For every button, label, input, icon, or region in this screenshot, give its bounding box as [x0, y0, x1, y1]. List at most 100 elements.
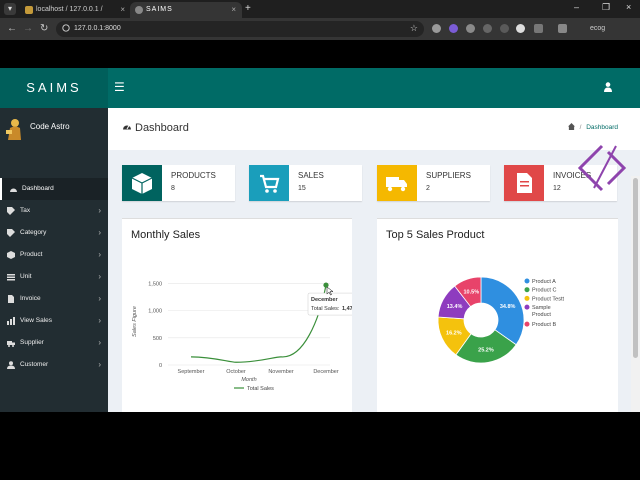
x-tick-label: November [268, 369, 294, 375]
extension-icon[interactable] [516, 24, 525, 33]
info-box-value: 15 [298, 185, 306, 192]
side-panel-icon[interactable] [558, 24, 567, 33]
chevron-right-icon: › [98, 206, 101, 215]
slice-value-label: 10.5% [463, 290, 479, 296]
info-box-value: 12 [553, 185, 561, 192]
breadcrumb: / Dashboard [567, 123, 618, 131]
sidebar-item-label: Tax [20, 207, 31, 214]
sidebar-item-unit[interactable]: Unit › [0, 266, 108, 288]
home-icon[interactable] [567, 123, 575, 130]
sidebar-item-tax[interactable]: Tax › [0, 200, 108, 222]
back-icon[interactable]: ← [7, 23, 17, 35]
info-box-label: SALES [298, 171, 324, 180]
info-box-suppliers[interactable]: SUPPLIERS 2 [377, 165, 490, 201]
legend-label[interactable]: Product A [532, 279, 556, 285]
extension-icon[interactable] [500, 24, 509, 33]
sidebar-item-view-sales[interactable]: View Sales › [0, 310, 108, 332]
legend-swatch [524, 287, 530, 293]
main-content: Dashboard / Dashboard PRODUCTS 8 SALES 15 SU… [108, 108, 640, 412]
close-window-icon[interactable]: × [626, 2, 631, 12]
sidebar-item-label: Unit [20, 273, 32, 280]
browser-tab-saims[interactable]: SAIMS × [130, 2, 242, 18]
browser-tab-strip: ▾ localhost / 127.0.0.1 / invoice/in × S… [0, 0, 640, 29]
info-box-value: 8 [171, 185, 175, 192]
top-navbar: ☰ [108, 68, 640, 108]
monthly-sales-chart[interactable]: 0 500 1,000 1,500 September October November De… [122, 219, 352, 412]
extension-icon[interactable] [466, 24, 475, 33]
top-products-card: Top 5 Sales Product 34.8% 25.2% 16.2% 13.4%… [377, 218, 618, 412]
legend-swatch [524, 295, 530, 301]
sidebar-item-label: Invoice [20, 295, 41, 302]
slice-value-label: 34.8% [500, 304, 516, 310]
sidebar-item-product[interactable]: Product › [0, 244, 108, 266]
chevron-right-icon: › [98, 360, 101, 369]
site-info-icon[interactable] [62, 24, 70, 32]
sidebar-item-category[interactable]: Category › [0, 222, 108, 244]
info-box-sales[interactable]: SALES 15 [249, 165, 362, 201]
unit-icon [7, 274, 15, 281]
page-scrollbar[interactable] [631, 176, 640, 412]
sidebar-item-label: Product [20, 251, 43, 258]
y-tick-label: 1,500 [148, 281, 162, 287]
address-bar[interactable]: 127.0.0.1:8000 ☆ [56, 21, 424, 37]
menu-toggle-icon[interactable]: ☰ [114, 81, 125, 93]
brand-logo[interactable]: SAIMS [0, 68, 108, 108]
sidebar-item-dashboard[interactable]: Dashboard [0, 178, 108, 200]
page-title: Dashboard [122, 122, 189, 134]
legend-label[interactable]: Product Testt [532, 296, 564, 302]
sales-icon [7, 317, 15, 325]
sales-line [190, 284, 327, 363]
extension-icon[interactable] [483, 24, 492, 33]
x-tick-label: September [178, 369, 205, 375]
close-tab-icon[interactable]: × [231, 2, 237, 18]
legend-label[interactable]: Total Sales [247, 386, 274, 392]
info-box-value: 2 [426, 185, 430, 192]
maximize-icon[interactable]: ❐ [602, 2, 610, 13]
tooltip-value: 1,470 [342, 306, 352, 312]
sidebar: Code Astro Dashboard Tax › Category › Product… [0, 108, 108, 412]
scrollbar-thumb[interactable] [633, 178, 638, 358]
y-tick-label: 0 [159, 363, 162, 369]
close-tab-icon[interactable]: × [120, 2, 125, 18]
extensions-puzzle-icon[interactable] [534, 24, 543, 33]
legend-label[interactable]: Product C [532, 288, 556, 294]
app-viewport: SAIMS ☰ Code Astro Dashboard Tax › Category… [0, 68, 640, 412]
x-axis-label: Month [241, 377, 256, 383]
dashboard-icon [10, 188, 17, 192]
chevron-right-icon: › [98, 316, 101, 325]
sidebar-item-supplier[interactable]: Supplier › [0, 332, 108, 354]
new-tab-button[interactable]: + [245, 2, 251, 16]
box-icon [122, 165, 162, 201]
legend-label[interactable]: Product B [532, 322, 556, 328]
extension-icon[interactable] [432, 24, 441, 33]
chevron-right-icon: › [98, 294, 101, 303]
customer-icon [7, 361, 15, 369]
profile-button[interactable]: ecog [590, 23, 605, 35]
tooltip-label: Total Sales: [311, 306, 340, 312]
user-menu-icon[interactable] [604, 82, 612, 92]
top-products-chart[interactable]: 34.8% 25.2% 16.2% 13.4% 10.5% Product A Produc… [377, 219, 618, 412]
legend-label[interactable]: Sample Product [532, 305, 551, 318]
extension-icon[interactable] [449, 24, 458, 33]
info-box-label: SUPPLIERS [426, 171, 471, 180]
browser-tab-phpmyadmin[interactable]: localhost / 127.0.0.1 / invoice/in × [20, 2, 130, 29]
dashboard-icon [123, 125, 131, 130]
tax-icon [7, 207, 15, 215]
sidebar-item-customer[interactable]: Customer › [0, 354, 108, 376]
legend-swatch [524, 304, 530, 310]
pie-slice[interactable] [480, 276, 525, 346]
data-point[interactable] [323, 282, 329, 288]
minimize-icon[interactable]: – [574, 2, 579, 12]
tab-search-button[interactable]: ▾ [4, 3, 16, 15]
bookmark-star-icon[interactable]: ☆ [410, 23, 418, 34]
forward-icon[interactable]: → [23, 23, 33, 35]
breadcrumb-current[interactable]: Dashboard [586, 124, 618, 131]
slice-value-label: 13.4% [447, 304, 463, 310]
legend-swatch [524, 321, 530, 327]
sidebar-item-invoice[interactable]: Invoice › [0, 288, 108, 310]
slice-value-label: 16.2% [446, 331, 462, 337]
reload-icon[interactable]: ↻ [40, 23, 48, 35]
chevron-right-icon: › [98, 228, 101, 237]
tooltip-title: December [311, 297, 338, 303]
info-box-products[interactable]: PRODUCTS 8 [122, 165, 235, 201]
